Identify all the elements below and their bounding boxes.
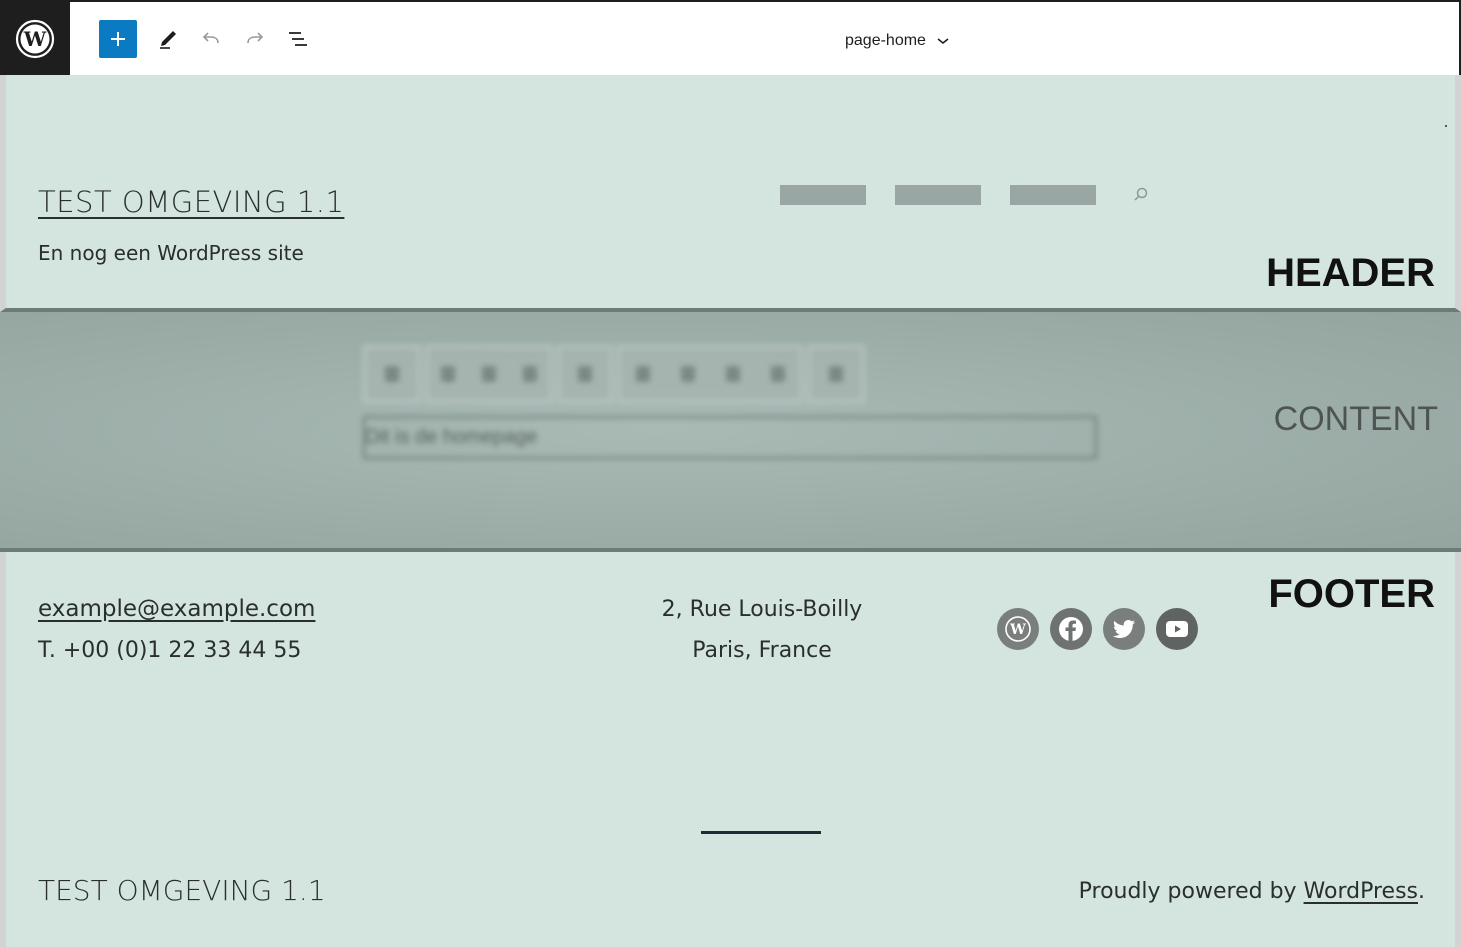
move-arrows-icon xyxy=(522,366,537,382)
wordpress-logo-button[interactable]: W xyxy=(0,2,70,75)
svg-text:W: W xyxy=(23,27,47,51)
undo-icon xyxy=(202,32,219,44)
plus-icon xyxy=(111,32,125,46)
wordpress-link[interactable]: WordPress xyxy=(1304,879,1418,904)
list-view-icon xyxy=(289,32,307,46)
more-vertical-icon xyxy=(829,366,843,382)
nav-item-placeholder[interactable] xyxy=(895,185,981,205)
site-title[interactable]: TEST OMGEVING 1.1 xyxy=(38,185,344,219)
link-icon xyxy=(725,366,740,382)
block-toolbar xyxy=(363,345,865,403)
pencil-icon xyxy=(160,31,176,49)
social-link-facebook[interactable] xyxy=(1050,608,1092,650)
navigation xyxy=(780,185,1096,205)
content-region-label: CONTENT xyxy=(1273,400,1438,438)
editor-top-toolbar: W page-home xyxy=(0,0,1461,75)
powered-by-suffix: . xyxy=(1418,879,1425,904)
social-link-youtube[interactable] xyxy=(1156,608,1198,650)
footer-phone: T. +00 (0)1 22 33 44 55 xyxy=(38,638,302,663)
svg-text:W: W xyxy=(1009,622,1026,638)
redo-button[interactable] xyxy=(236,20,274,58)
powered-by-prefix: Proudly powered by xyxy=(1078,879,1304,904)
social-link-twitter[interactable] xyxy=(1103,608,1145,650)
align-group[interactable] xyxy=(557,345,613,403)
drag-handle-icon xyxy=(481,366,496,382)
more-options-group[interactable] xyxy=(807,345,865,403)
chevron-down-icon xyxy=(937,38,949,45)
content-area: Dit is de homepage CONTENT xyxy=(0,312,1461,552)
search-button[interactable] xyxy=(1131,185,1151,205)
footer-template-part[interactable]: example@example.com T. +00 (0)1 22 33 44… xyxy=(0,552,1461,947)
youtube-icon xyxy=(1166,621,1188,637)
paragraph-text[interactable]: Dit is de homepage xyxy=(365,426,537,449)
social-links: W xyxy=(997,608,1198,650)
wordpress-icon: W xyxy=(1005,616,1031,642)
bold-icon xyxy=(635,366,650,382)
search-icon xyxy=(1134,187,1148,201)
italic-icon xyxy=(680,366,695,382)
add-block-button[interactable] xyxy=(99,20,137,58)
redo-icon xyxy=(247,32,264,44)
site-editor: W page-home TEST OMGEVING 1.1 En nog een… xyxy=(0,0,1461,947)
tools-button[interactable] xyxy=(149,20,187,58)
document-title-dropdown[interactable]: page-home xyxy=(845,30,950,52)
document-title: page-home xyxy=(845,32,926,49)
footer-email-link[interactable]: example@example.com xyxy=(38,596,315,622)
chevron-down-icon xyxy=(770,366,785,382)
nav-item-placeholder[interactable] xyxy=(1010,185,1096,205)
footer-address-line1: 2, Rue Louis-Boilly xyxy=(661,597,863,622)
site-tagline: En nog een WordPress site xyxy=(38,241,304,265)
list-view-button[interactable] xyxy=(279,20,317,58)
page-icon xyxy=(385,366,399,382)
footer-powered-by: Proudly powered by WordPress. xyxy=(1079,879,1425,904)
footer-region-label: FOOTER xyxy=(1268,572,1435,616)
header-dot xyxy=(1445,125,1447,127)
align-icon xyxy=(578,366,592,382)
wordpress-icon: W xyxy=(15,19,55,58)
header-template-part[interactable]: TEST OMGEVING 1.1 En nog een WordPress s… xyxy=(0,75,1461,312)
format-group[interactable] xyxy=(617,345,803,403)
header-region-label: HEADER xyxy=(1266,251,1435,295)
paragraph-icon xyxy=(441,366,456,382)
undo-button[interactable] xyxy=(192,20,230,58)
nav-item-placeholder[interactable] xyxy=(780,185,866,205)
block-type-group[interactable] xyxy=(363,345,421,403)
twitter-icon xyxy=(1113,620,1135,638)
footer-site-title[interactable]: TEST OMGEVING 1.1 xyxy=(38,874,326,907)
social-link-wordpress[interactable]: W xyxy=(997,608,1039,650)
footer-separator xyxy=(701,831,821,834)
block-move-group[interactable] xyxy=(425,345,553,403)
facebook-icon xyxy=(1059,617,1083,641)
footer-address-line2: Paris, France xyxy=(692,638,832,663)
